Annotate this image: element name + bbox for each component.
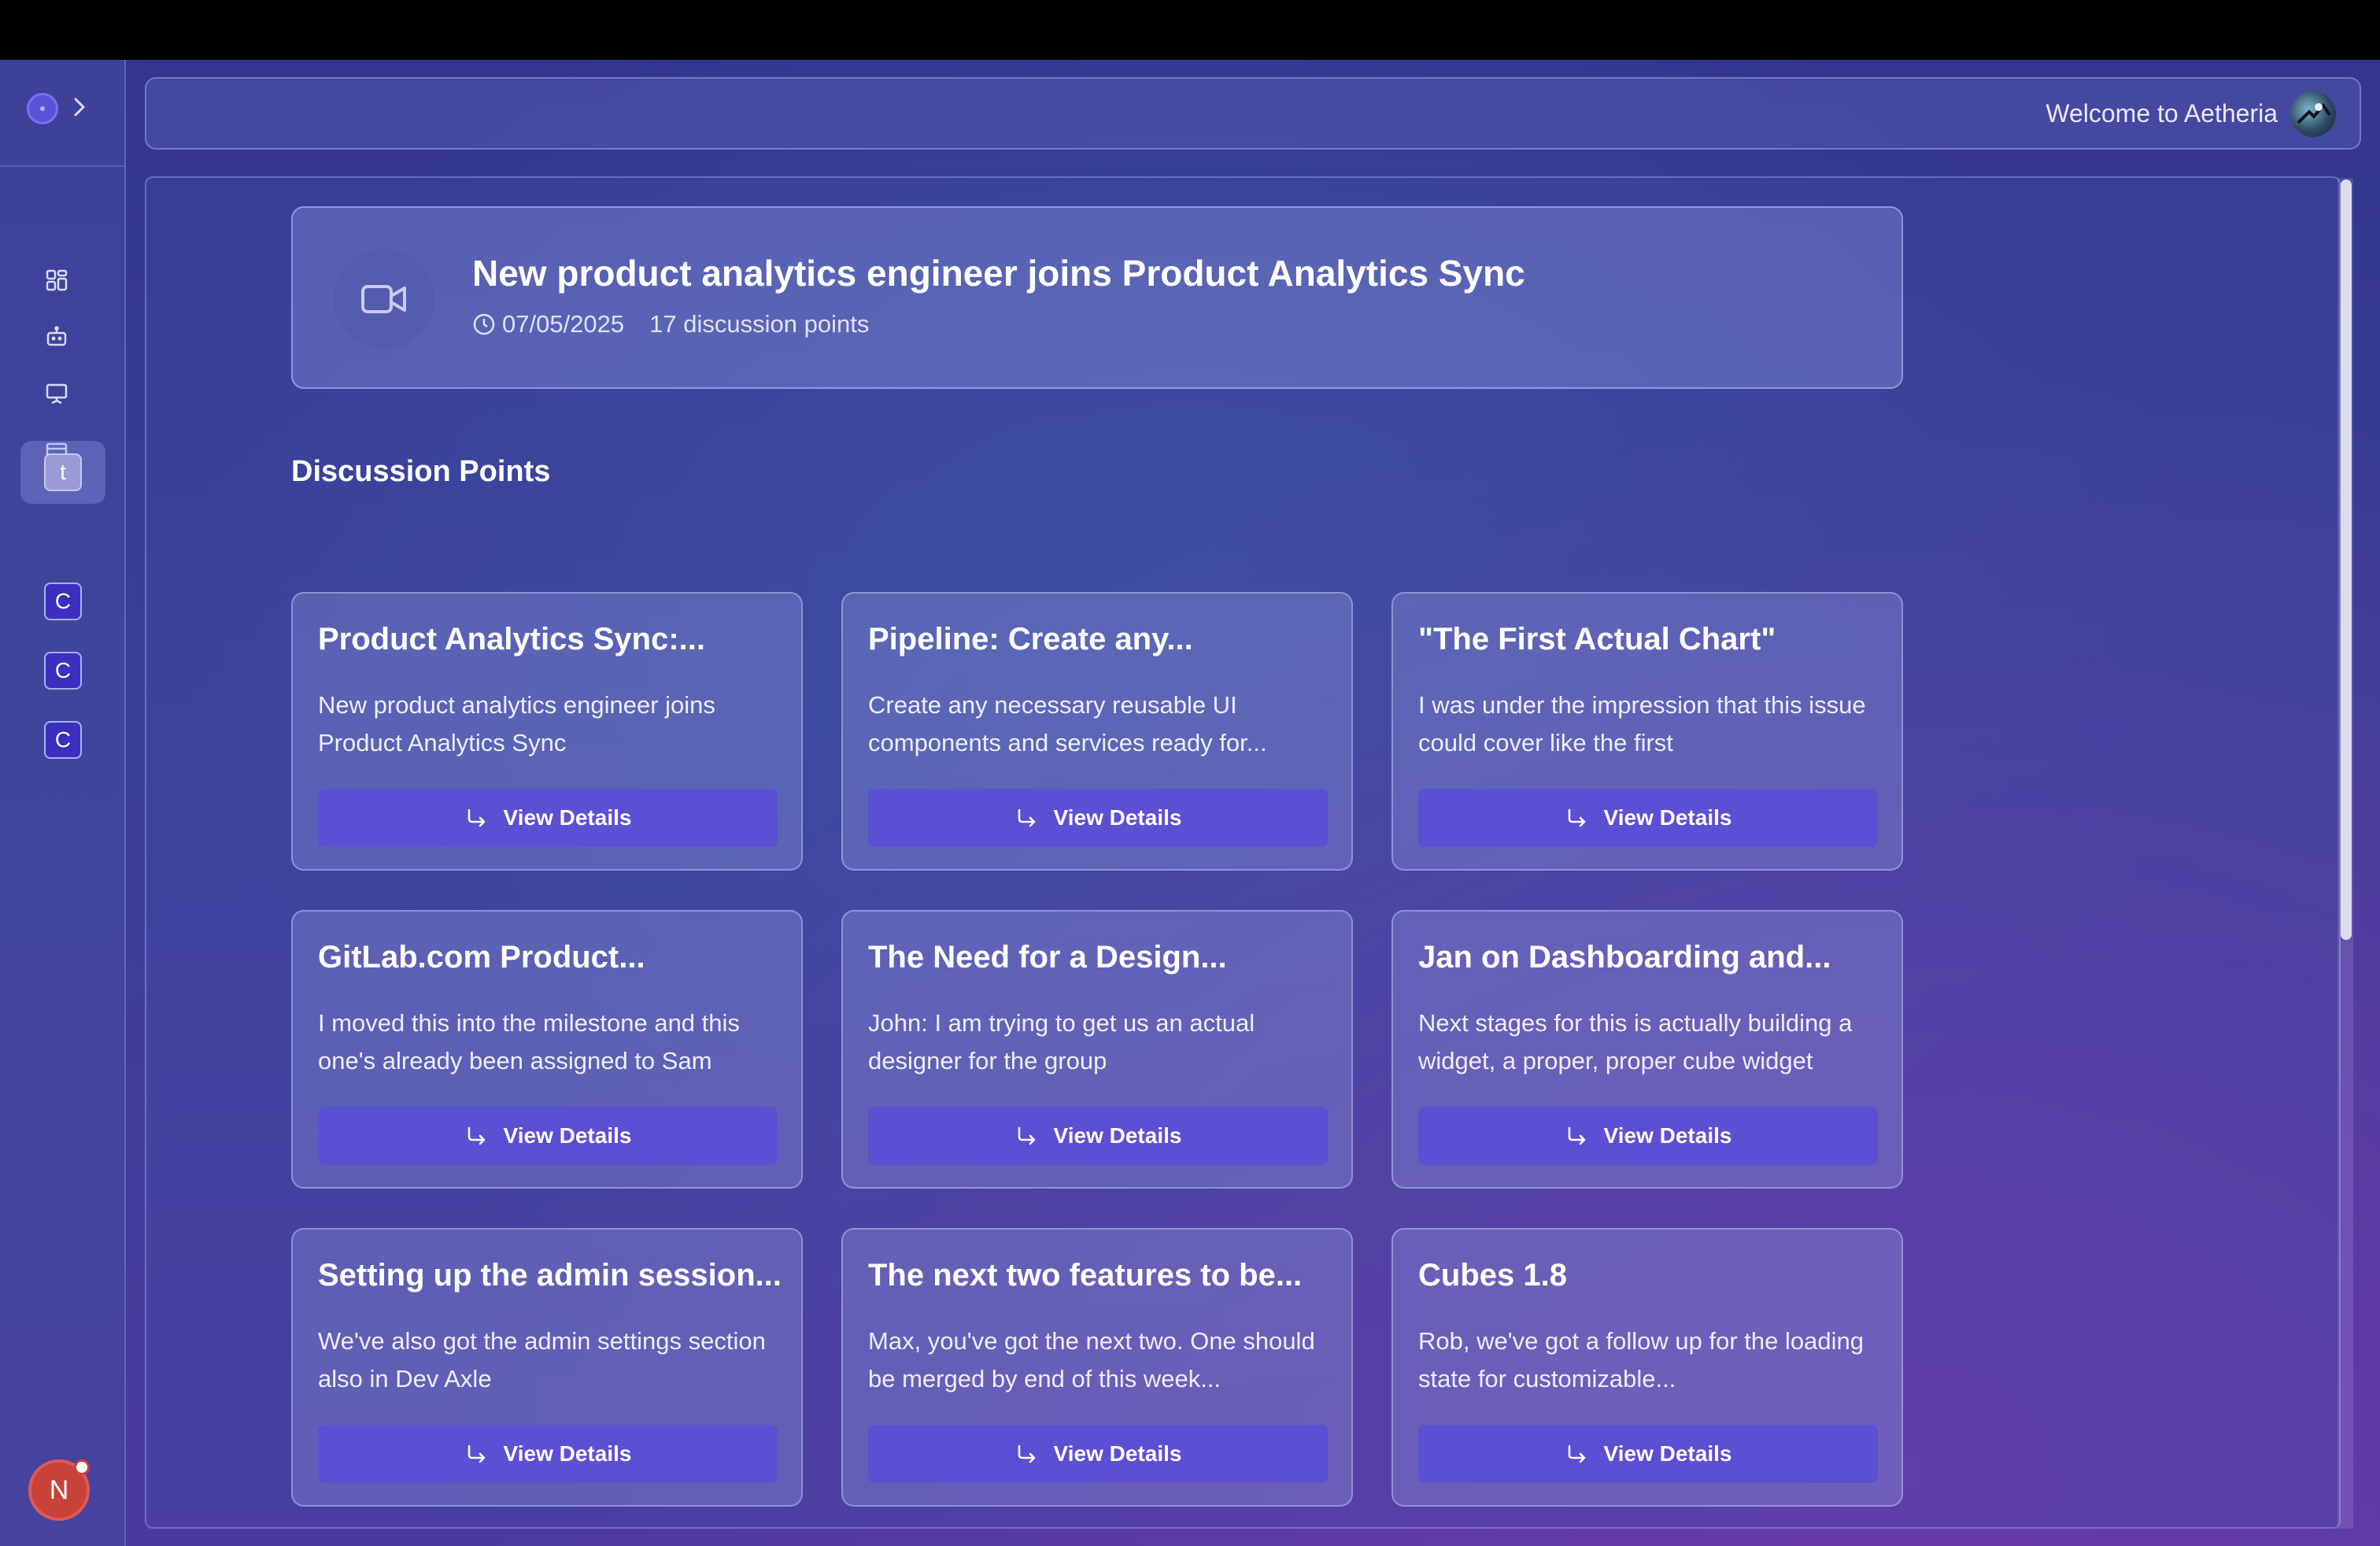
view-details-label: View Details	[503, 1441, 632, 1466]
card-title: GitLab.com Product...	[318, 940, 645, 975]
welcome-text: Welcome to Aetheria	[2046, 99, 2278, 128]
view-details-button[interactable]: View Details	[318, 789, 778, 847]
discussion-card: The next two features to be... Max, you'…	[841, 1228, 1353, 1507]
corner-down-right-icon	[1565, 806, 1588, 830]
meeting-meta: 07/05/2025 17 discussion points	[472, 310, 869, 338]
corner-down-right-icon	[464, 1442, 488, 1466]
bot-icon[interactable]	[41, 321, 72, 353]
card-title: Setting up the admin session...	[318, 1258, 782, 1293]
view-details-button[interactable]: View Details	[1418, 1107, 1878, 1165]
view-details-button[interactable]: View Details	[1418, 1425, 1878, 1483]
view-details-label: View Details	[1053, 805, 1182, 830]
workspace-item[interactable]: C	[44, 721, 82, 759]
corner-down-right-icon	[1014, 1124, 1038, 1148]
discussion-card: Jan on Dashboarding and... Next stages f…	[1391, 910, 1903, 1189]
view-details-button[interactable]: View Details	[868, 1425, 1328, 1483]
profile-avatar[interactable]	[2290, 91, 2336, 137]
scrollbar-thumb[interactable]	[2341, 179, 2352, 940]
card-description: I moved this into the milestone and this…	[318, 1009, 740, 1074]
discussion-points-count: 17 discussion points	[649, 310, 870, 338]
view-details-button[interactable]: View Details	[868, 789, 1328, 847]
card-description: Max, you've got the next two. One should…	[868, 1327, 1315, 1393]
view-details-button[interactable]: View Details	[868, 1107, 1328, 1165]
meeting-date: 07/05/2025	[502, 310, 625, 338]
meeting-title: New product analytics engineer joins Pro…	[472, 253, 1525, 294]
dashboard-icon[interactable]	[41, 264, 72, 296]
card-description: John: I am trying to get us an actual de…	[868, 1009, 1255, 1074]
card-title: The Need for a Design...	[868, 940, 1227, 975]
card-title: Pipeline: Create any...	[868, 622, 1193, 656]
view-details-label: View Details	[1603, 805, 1732, 830]
window-top-bar	[0, 0, 2380, 60]
app-logo-icon[interactable]	[27, 93, 58, 124]
discussion-card: GitLab.com Product... I moved this into …	[291, 910, 803, 1189]
card-title: Product Analytics Sync:...	[318, 622, 705, 656]
view-details-button[interactable]: View Details	[1418, 789, 1878, 847]
card-description: Create any necessary reusable UI compone…	[868, 691, 1267, 756]
workspace-item[interactable]: C	[44, 583, 82, 620]
workspace-letter: t	[44, 453, 82, 491]
workspace-item[interactable]: C	[44, 652, 82, 690]
discussion-card: Cubes 1.8 Rob, we've got a follow up for…	[1391, 1228, 1903, 1507]
chevron-right-icon[interactable]	[68, 91, 91, 123]
card-description: New product analytics engineer joins Pro…	[318, 691, 715, 756]
card-title: Cubes 1.8	[1418, 1258, 1567, 1293]
corner-down-right-icon	[464, 806, 488, 830]
discussion-card: Product Analytics Sync:... New product a…	[291, 592, 803, 871]
view-details-label: View Details	[503, 1123, 632, 1148]
section-title: Discussion Points	[291, 455, 551, 488]
card-title: Jan on Dashboarding and...	[1418, 940, 1831, 975]
notification-dot	[74, 1459, 90, 1475]
app-window: t C C C N Welcome to Aetheria New produc…	[0, 60, 2380, 1546]
card-description: We've also got the admin settings sectio…	[318, 1327, 766, 1393]
meeting-summary-card: New product analytics engineer joins Pro…	[291, 206, 1903, 389]
corner-down-right-icon	[1014, 806, 1038, 830]
view-details-label: View Details	[503, 805, 632, 830]
discussion-card: Pipeline: Create any... Create any neces…	[841, 592, 1353, 871]
sidebar-header	[0, 60, 124, 167]
top-header: Welcome to Aetheria	[145, 77, 2361, 150]
corner-down-right-icon	[1014, 1442, 1038, 1466]
clock-icon	[472, 313, 496, 336]
discussion-card: Setting up the admin session... We've al…	[291, 1228, 803, 1507]
view-details-label: View Details	[1603, 1123, 1732, 1148]
card-description: Next stages for this is actually buildin…	[1418, 1009, 1853, 1074]
sidebar: t C C C N	[0, 60, 126, 1546]
discussion-card: "The First Actual Chart" I was under the…	[1391, 592, 1903, 871]
card-title: The next two features to be...	[868, 1258, 1303, 1293]
card-description: Rob, we've got a follow up for the loadi…	[1418, 1327, 1864, 1393]
view-details-label: View Details	[1053, 1123, 1182, 1148]
corner-down-right-icon	[464, 1124, 488, 1148]
view-details-label: View Details	[1053, 1441, 1182, 1466]
presentation-icon[interactable]	[41, 378, 72, 409]
discussion-card: The Need for a Design... John: I am tryi…	[841, 910, 1353, 1189]
card-title: "The First Actual Chart"	[1418, 622, 1776, 656]
workspace-item-active[interactable]: t	[20, 441, 105, 504]
corner-down-right-icon	[1565, 1124, 1588, 1148]
corner-down-right-icon	[1565, 1442, 1588, 1466]
view-details-button[interactable]: View Details	[318, 1425, 778, 1483]
view-details-button[interactable]: View Details	[318, 1107, 778, 1165]
view-details-label: View Details	[1603, 1441, 1732, 1466]
card-description: I was under the impression that this iss…	[1418, 691, 1866, 756]
video-icon	[334, 249, 434, 350]
